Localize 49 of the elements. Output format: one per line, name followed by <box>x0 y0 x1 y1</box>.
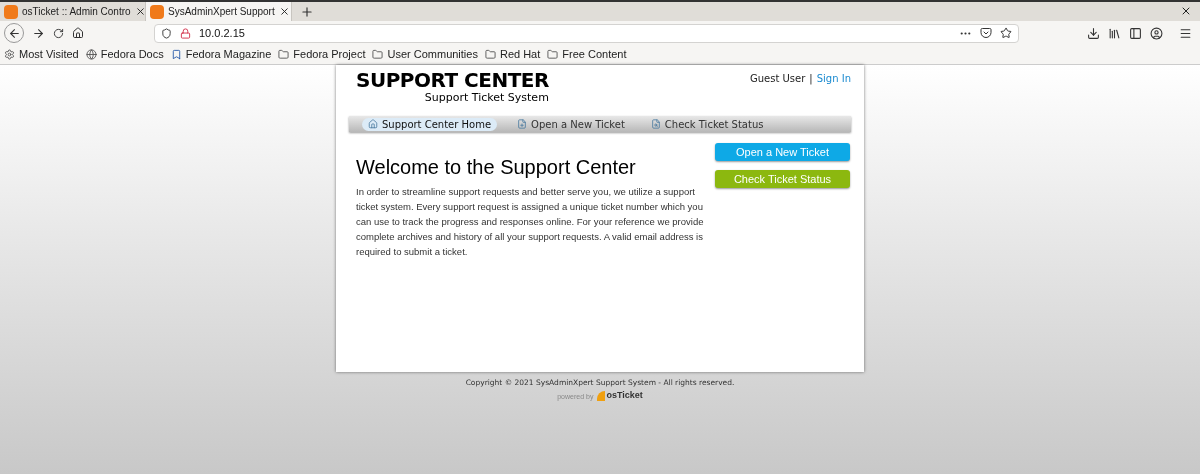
menu-icon[interactable] <box>1179 26 1192 40</box>
back-arrow-icon <box>7 26 21 40</box>
welcome-heading: Welcome to the Support Center <box>356 155 637 179</box>
address-bar[interactable]: 10.0.2.15 <box>154 23 1019 43</box>
sign-in-link[interactable]: Sign In <box>816 71 851 86</box>
tab-title: SysAdminXpert Support <box>168 5 275 19</box>
nav-link[interactable]: Support Center Home <box>362 117 498 131</box>
document-search-icon <box>650 119 661 129</box>
close-icon[interactable] <box>278 6 290 17</box>
browser-tab[interactable]: SysAdminXpert Support <box>146 2 292 21</box>
document-plus-icon <box>517 119 528 129</box>
forward-arrow-icon[interactable] <box>32 26 45 40</box>
logo-subtitle: Support Ticket System <box>424 92 549 103</box>
pocket-icon[interactable] <box>980 27 992 39</box>
reload-icon[interactable] <box>53 27 64 39</box>
folder-icon <box>372 49 384 60</box>
bookmark-item[interactable]: Fedora Docs <box>85 46 164 63</box>
guest-user-label: Guest User <box>750 72 806 86</box>
gear-icon <box>4 49 15 60</box>
welcome-paragraph: In order to streamline support requests and better serve you, we utilize a support ticket system. Every support request is assigned a unique ticket number which you can use to track the progress and responses online. For your reference we provide complete archives and history of all your support requests. A valid email address is required to submit a ticket. <box>356 185 705 259</box>
library-icon[interactable] <box>1108 26 1121 40</box>
shield-icon <box>161 27 172 39</box>
bookmark-icon <box>170 49 182 60</box>
download-icon[interactable] <box>1087 26 1100 40</box>
osticket-logo: osTicket <box>597 389 643 403</box>
url-text: 10.0.2.15 <box>199 25 245 41</box>
tab-title: osTicket :: Admin Contro <box>22 5 131 19</box>
globe-icon <box>85 49 97 60</box>
bookmark-item[interactable]: Most Visited <box>4 46 79 63</box>
account-icon[interactable] <box>1150 26 1163 40</box>
house-icon <box>368 119 378 129</box>
folder-icon <box>278 49 290 60</box>
bookmark-item[interactable]: Free Content <box>547 46 627 63</box>
nav-link[interactable]: Open a New Ticket <box>511 117 631 131</box>
close-icon[interactable] <box>1180 5 1192 17</box>
bookmark-item[interactable]: Fedora Project <box>278 46 366 63</box>
new-tab-icon[interactable] <box>300 5 314 19</box>
folder-icon <box>484 49 496 60</box>
separator: | <box>809 72 813 86</box>
nav-link[interactable]: Check Ticket Status <box>644 117 770 131</box>
folder-icon <box>547 49 559 60</box>
close-icon[interactable] <box>134 6 146 17</box>
bookmark-item[interactable]: Red Hat <box>484 46 541 63</box>
logo-title: SUPPORT CENTER <box>356 69 549 92</box>
bookmark-item[interactable]: Fedora Magazine <box>170 46 272 63</box>
bookmark-item[interactable]: User Communities <box>372 46 478 63</box>
home-icon[interactable] <box>72 27 84 39</box>
sidebar-icon[interactable] <box>1129 26 1142 40</box>
star-icon[interactable] <box>1000 27 1012 39</box>
